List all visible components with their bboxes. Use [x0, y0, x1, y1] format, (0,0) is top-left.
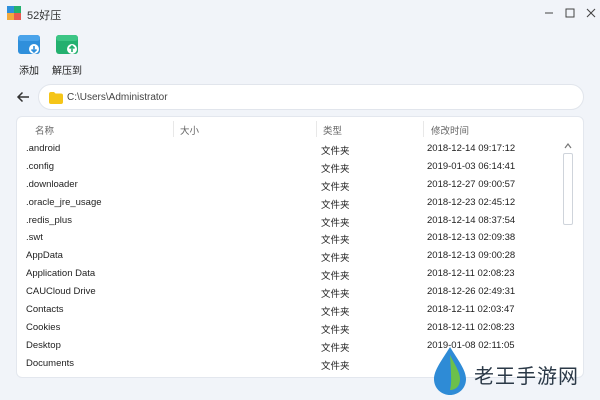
file-modified: 2018-12-26 02:49:31 — [427, 286, 516, 298]
file-row[interactable]: .swt 文件夹 2018-12-13 02:09:38 — [17, 229, 565, 247]
file-row[interactable]: .oracle_jre_usage 文件夹 2018-12-23 02:45:12 — [17, 194, 565, 212]
file-type: 文件夹 — [321, 217, 350, 229]
file-type: 文件夹 — [321, 289, 350, 301]
file-rows: .android 文件夹 2018-12-14 09:17:12 .config 文件… — [17, 140, 565, 373]
column-header-modified[interactable]: 修改时间 — [431, 123, 469, 137]
file-row[interactable]: Contacts 文件夹 2018-12-11 02:03:47 — [17, 301, 565, 319]
scroll-up-arrow-icon[interactable] — [562, 141, 574, 151]
file-row[interactable]: .redis_plus 文件夹 2018-12-14 08:37:54 — [17, 212, 565, 230]
file-type: 文件夹 — [321, 146, 350, 157]
scrollbar-thumb[interactable] — [563, 153, 573, 225]
back-arrow-icon[interactable] — [14, 88, 32, 106]
file-row[interactable]: .android 文件夹 2018-12-14 09:17:12 — [17, 140, 565, 158]
file-type: 文件夹 — [321, 235, 350, 247]
archive-extract-icon — [56, 35, 78, 54]
file-modified: 2018-12-11 02:03:47 — [427, 304, 515, 316]
file-name: .redis_plus — [26, 214, 72, 226]
file-type: 文件夹 — [321, 253, 350, 265]
file-type: 文件夹 — [321, 360, 350, 372]
archive-add-icon — [18, 35, 40, 54]
file-row[interactable]: Cookies 文件夹 2018-12-11 02:08:23 — [17, 319, 565, 337]
file-type: 文件夹 — [321, 199, 350, 211]
add-label: 添加 — [19, 66, 39, 77]
maximize-button[interactable] — [561, 4, 579, 22]
file-modified: 2018-12-23 02:45:12 — [427, 196, 516, 208]
file-list: 名称 大小 类型 修改时间 .android 文件夹 2018-12-14 09:1… — [16, 116, 584, 378]
column-header-type[interactable]: 类型 — [323, 123, 342, 137]
watermark-logo — [434, 347, 466, 395]
file-row[interactable]: .config 文件夹 2019-01-03 06:14:41 — [17, 158, 565, 176]
file-modified: 2018-12-13 02:09:38 — [427, 232, 516, 244]
file-modified: 2018-12-13 09:00:28 — [427, 250, 516, 262]
file-name: .oracle_jre_usage — [26, 196, 102, 208]
file-type: 文件夹 — [321, 307, 350, 319]
file-type: 文件夹 — [321, 342, 350, 354]
file-name: Contacts — [26, 304, 64, 316]
column-header-size[interactable]: 大小 — [180, 123, 199, 137]
file-modified: 2018-12-27 09:00:57 — [427, 178, 516, 190]
file-name: .downloader — [26, 178, 78, 190]
file-row[interactable]: CAUCloud Drive 文件夹 2018-12-26 02:49:31 — [17, 283, 565, 301]
file-name: Application Data — [26, 268, 96, 280]
watermark-text: 老王手游网 — [474, 366, 579, 388]
file-name: .swt — [26, 232, 43, 244]
address-bar[interactable]: C:\Users\Administrator — [38, 84, 584, 110]
file-name: CAUCloud Drive — [26, 286, 96, 298]
extract-to-button[interactable]: 解压到 — [47, 32, 87, 77]
file-name: Cookies — [26, 321, 61, 333]
app-logo-icon — [7, 6, 21, 20]
file-type: 文件夹 — [321, 181, 350, 193]
list-header: 名称 大小 类型 修改时间 — [17, 117, 583, 141]
file-modified: 2018-12-14 09:17:12 — [427, 143, 516, 154]
file-name: Documents — [26, 357, 75, 369]
column-header-name[interactable]: 名称 — [35, 123, 54, 137]
file-modified: 2019-01-03 06:14:41 — [427, 160, 516, 172]
window-title: 52好压 — [27, 10, 62, 22]
file-name: .config — [26, 160, 54, 172]
add-button[interactable]: 添加 — [9, 32, 49, 77]
file-type: 文件夹 — [321, 324, 350, 336]
extract-to-label: 解压到 — [52, 66, 82, 77]
file-name: Desktop — [26, 339, 61, 351]
title-bar: 52好压 — [0, 0, 600, 26]
path-text: C:\Users\Administrator — [67, 92, 168, 103]
column-divider[interactable] — [423, 121, 424, 137]
file-row[interactable]: .downloader 文件夹 2018-12-27 09:00:57 — [17, 176, 565, 194]
file-modified: 2018-12-11 02:08:23 — [427, 268, 515, 280]
watermark: 老王手游网 — [412, 346, 598, 398]
file-name: .android — [26, 143, 61, 154]
file-modified: 2018-12-14 08:37:54 — [427, 214, 516, 226]
close-button[interactable] — [582, 4, 600, 22]
column-divider[interactable] — [316, 121, 317, 137]
file-type: 文件夹 — [321, 163, 350, 175]
column-divider[interactable] — [173, 121, 174, 137]
file-type: 文件夹 — [321, 271, 350, 283]
file-name: AppData — [26, 250, 63, 262]
file-row[interactable]: AppData 文件夹 2018-12-13 09:00:28 — [17, 247, 565, 265]
file-modified: 2018-12-11 02:08:23 — [427, 321, 515, 333]
folder-icon — [49, 92, 63, 104]
minimize-button[interactable] — [540, 4, 558, 22]
file-row[interactable]: Application Data 文件夹 2018-12-11 02:08:23 — [17, 265, 565, 283]
